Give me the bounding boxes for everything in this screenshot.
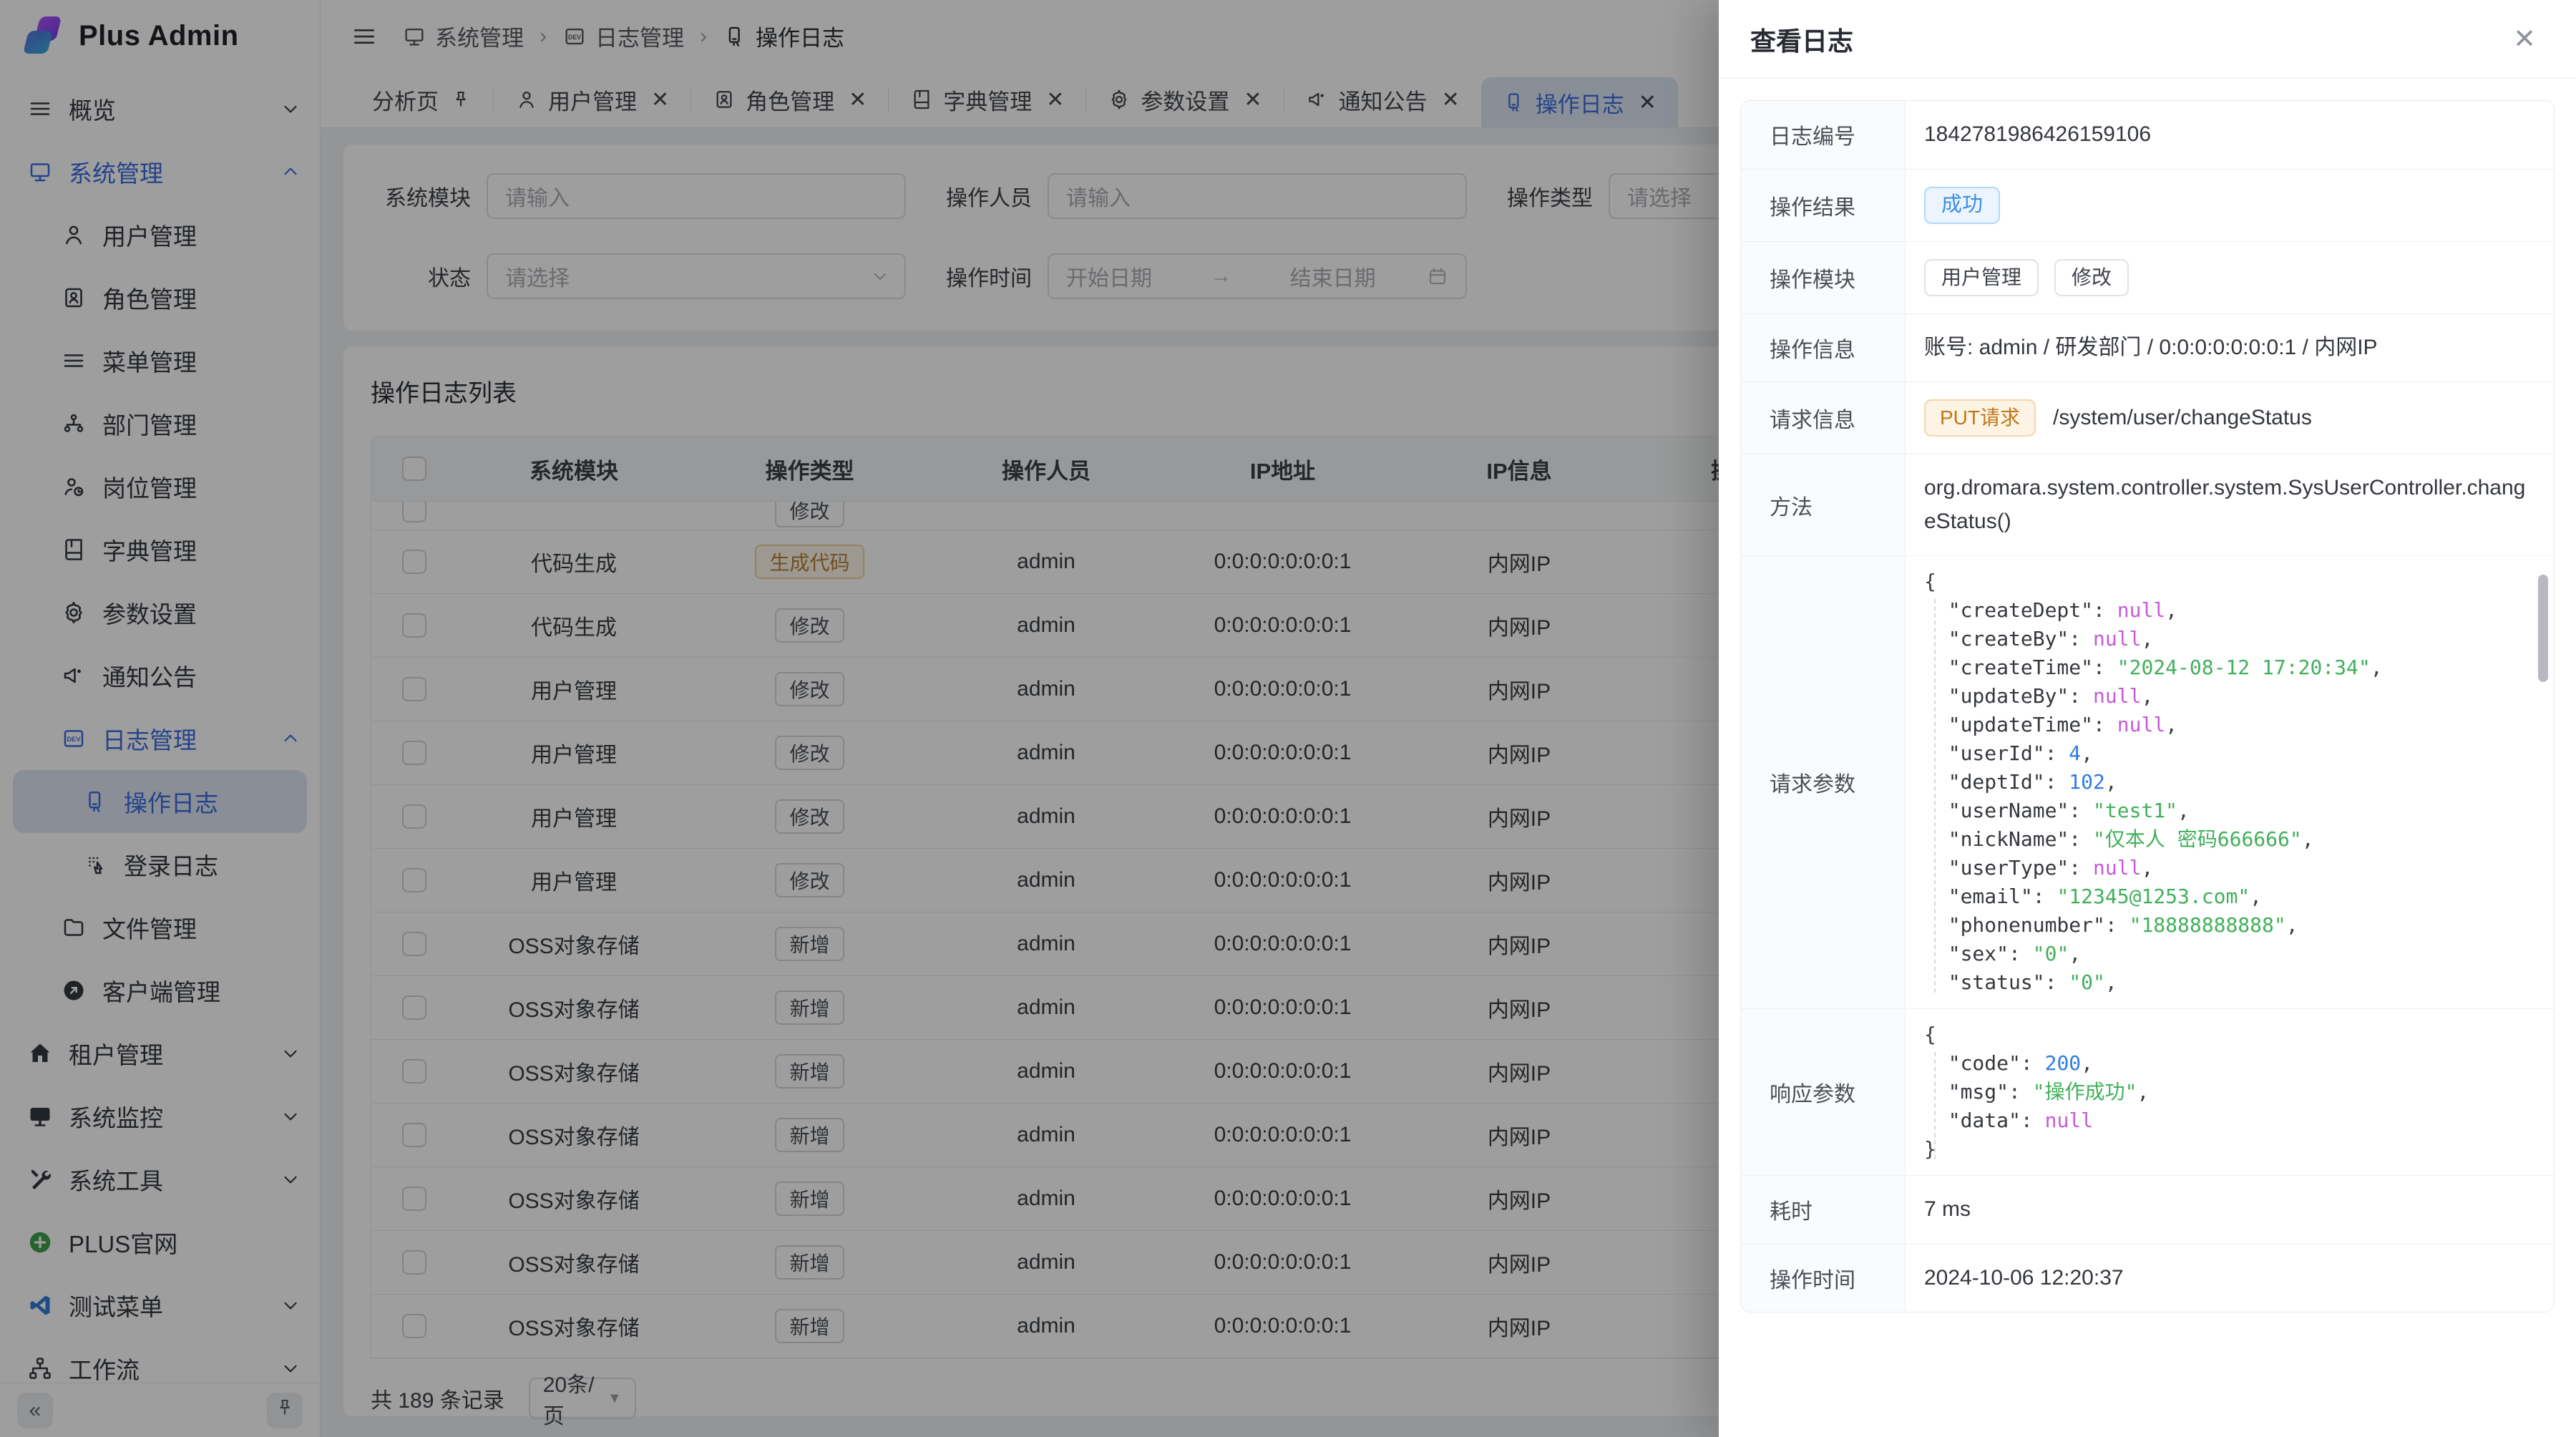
- request-url: /system/user/changeStatus: [2053, 401, 2312, 435]
- detail-row-请求参数: 请求参数{ "createDept": null, "createBy": nu…: [1741, 556, 2554, 1009]
- detail-row-耗时: 耗时7 ms: [1741, 1176, 2554, 1244]
- detail-value: PUT请求/system/user/changeStatus: [1906, 382, 2554, 454]
- detail-row-响应参数: 响应参数{ "code": 200, "msg": "操作成功", "data"…: [1741, 1009, 2554, 1176]
- detail-label: 响应参数: [1741, 1009, 1906, 1175]
- detail-label: 操作模块: [1741, 242, 1906, 313]
- detail-label: 请求参数: [1741, 556, 1906, 1008]
- indent-guide: [1934, 599, 1936, 993]
- put-request-badge: PUT请求: [1924, 399, 2036, 437]
- detail-row-方法: 方法org.dromara.system.controller.system.S…: [1741, 454, 2554, 556]
- view-log-drawer: 查看日志 ✕ 日志编号1842781986426159106操作结果成功操作模块…: [1719, 0, 2576, 1437]
- detail-value: 2024-10-06 12:20:37: [1906, 1244, 2554, 1312]
- log-detail-table: 日志编号1842781986426159106操作结果成功操作模块用户管理修改操…: [1740, 100, 2555, 1312]
- detail-row-操作信息: 操作信息账号: admin / 研发部门 / 0:0:0:0:0:0:0:1 /…: [1741, 314, 2554, 383]
- detail-value: 1842781986426159106: [1906, 101, 2554, 169]
- detail-value: 成功: [1906, 170, 2554, 241]
- detail-row-操作模块: 操作模块用户管理修改: [1741, 242, 2554, 314]
- result-success-badge: 成功: [1924, 187, 2000, 224]
- detail-row-操作时间: 操作时间2024-10-06 12:20:37: [1741, 1244, 2554, 1312]
- detail-label: 耗时: [1741, 1176, 1906, 1244]
- detail-value: 7 ms: [1906, 1176, 2554, 1244]
- detail-value: org.dromara.system.controller.system.Sys…: [1906, 454, 2554, 555]
- detail-value: { "code": 200, "msg": "操作成功", "data": nu…: [1906, 1009, 2554, 1175]
- detail-label: 日志编号: [1741, 101, 1906, 169]
- detail-value: 用户管理修改: [1906, 242, 2554, 313]
- detail-value: { "createDept": null, "createBy": null, …: [1906, 556, 2554, 1008]
- detail-row-操作结果: 操作结果成功: [1741, 170, 2554, 242]
- drawer-header: 查看日志 ✕: [1719, 0, 2576, 79]
- json-code-block: { "code": 200, "msg": "操作成功", "data": nu…: [1924, 1020, 2535, 1164]
- close-icon[interactable]: ✕: [2513, 26, 2536, 53]
- detail-label: 操作时间: [1741, 1244, 1906, 1312]
- json-code-block: { "createDept": null, "createBy": null, …: [1924, 568, 2535, 997]
- detail-label: 操作结果: [1741, 170, 1906, 241]
- detail-row-日志编号: 日志编号1842781986426159106: [1741, 101, 2554, 170]
- detail-row-请求信息: 请求信息PUT请求/system/user/changeStatus: [1741, 382, 2554, 454]
- app-root: Plus Admin 概览系统管理用户管理角色管理菜单管理部门管理岗位管理字典管…: [0, 0, 2576, 1437]
- indent-guide: [1934, 1052, 1936, 1159]
- detail-label: 方法: [1741, 454, 1906, 555]
- scrollbar-thumb[interactable]: [2538, 575, 2548, 682]
- detail-label: 请求信息: [1741, 382, 1906, 454]
- module-tag: 用户管理: [1924, 259, 2039, 296]
- drawer-modal-overlay[interactable]: [0, 0, 1719, 1437]
- drawer-title: 查看日志: [1750, 21, 1853, 58]
- detail-label: 操作信息: [1741, 314, 1906, 382]
- module-tag: 修改: [2054, 259, 2129, 296]
- detail-value: 账号: admin / 研发部门 / 0:0:0:0:0:0:0:1 / 内网I…: [1906, 314, 2554, 382]
